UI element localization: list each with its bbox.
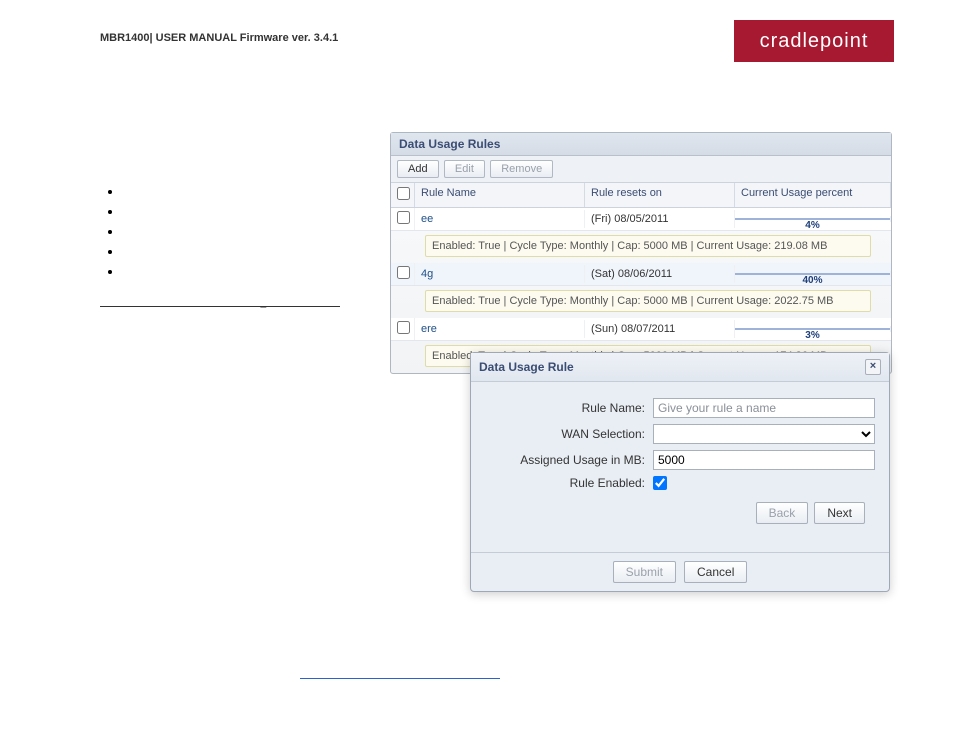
list-item bbox=[122, 224, 360, 238]
select-all-checkbox[interactable] bbox=[397, 187, 410, 200]
grid-body: ee(Fri) 08/05/20114% Enabled: True | Cycl… bbox=[391, 208, 891, 367]
list-item bbox=[122, 204, 360, 218]
list-item bbox=[122, 244, 360, 258]
row-usage-cell: 3% bbox=[735, 326, 891, 332]
dialog-body: Rule Name: WAN Selection: Assigned Usage… bbox=[471, 382, 889, 552]
header-left-text: MBR1400| USER MANUAL Firmware ver. 3.4.1 bbox=[100, 32, 338, 44]
usage-bar: 4% bbox=[735, 218, 890, 220]
row-rule-name: ere bbox=[415, 320, 585, 338]
back-button[interactable]: Back bbox=[756, 502, 809, 524]
table-row[interactable]: ee(Fri) 08/05/20114% bbox=[391, 208, 891, 231]
usage-bar: 3% bbox=[735, 328, 890, 330]
row-checkbox[interactable] bbox=[397, 321, 410, 334]
bullet-list bbox=[122, 184, 360, 278]
subsection-separator bbox=[100, 306, 340, 307]
usage-bar: 40% bbox=[735, 273, 890, 275]
list-item bbox=[122, 264, 360, 278]
dialog-title-text: Data Usage Rule bbox=[479, 360, 574, 374]
data-usage-rules-panel: Data Usage Rules Add Edit Remove Rule Na… bbox=[390, 132, 892, 374]
footer-underline bbox=[300, 678, 500, 679]
row-rule-name: 4g bbox=[415, 265, 585, 283]
table-row[interactable]: 4g(Sat) 08/06/201140% bbox=[391, 263, 891, 286]
rule-name-input[interactable] bbox=[653, 398, 875, 418]
left-column: x x – bbox=[100, 140, 360, 313]
row-checkbox[interactable] bbox=[397, 266, 410, 279]
row-reset-date: (Sat) 08/06/2011 bbox=[585, 265, 735, 283]
row-usage-cell: 4% bbox=[735, 216, 891, 222]
add-button[interactable]: Add bbox=[397, 160, 439, 178]
dialog-footer: Submit Cancel bbox=[471, 552, 889, 591]
table-row[interactable]: ere(Sun) 08/07/20113% bbox=[391, 318, 891, 341]
header-usage: Current Usage percent bbox=[735, 183, 891, 207]
grid-header: Rule Name Rule resets on Current Usage p… bbox=[391, 183, 891, 208]
close-icon[interactable]: × bbox=[865, 359, 881, 375]
panel-toolbar: Add Edit Remove bbox=[391, 156, 891, 183]
row-checkbox[interactable] bbox=[397, 211, 410, 224]
list-item bbox=[122, 184, 360, 198]
wan-selection-select[interactable] bbox=[653, 424, 875, 444]
rule-name-label: Rule Name: bbox=[485, 401, 645, 415]
data-usage-rule-dialog: Data Usage Rule × Rule Name: WAN Selecti… bbox=[470, 352, 890, 592]
separator-dash: – bbox=[260, 299, 267, 313]
wan-selection-label: WAN Selection: bbox=[485, 427, 645, 441]
rule-enabled-label: Rule Enabled: bbox=[485, 476, 645, 490]
assigned-usage-input[interactable] bbox=[653, 450, 875, 470]
header-reset: Rule resets on bbox=[585, 183, 735, 207]
edit-button[interactable]: Edit bbox=[444, 160, 485, 178]
rule-enabled-checkbox[interactable] bbox=[653, 476, 667, 490]
row-detail: Enabled: True | Cycle Type: Monthly | Ca… bbox=[425, 290, 871, 312]
remove-button[interactable]: Remove bbox=[490, 160, 553, 178]
dialog-title-bar: Data Usage Rule × bbox=[471, 353, 889, 382]
submit-button[interactable]: Submit bbox=[613, 561, 676, 583]
row-reset-date: (Fri) 08/05/2011 bbox=[585, 210, 735, 228]
document-header: MBR1400| USER MANUAL Firmware ver. 3.4.1… bbox=[0, 20, 954, 70]
row-detail: Enabled: True | Cycle Type: Monthly | Ca… bbox=[425, 235, 871, 257]
header-rule-name: Rule Name bbox=[415, 183, 585, 207]
row-usage-cell: 40% bbox=[735, 271, 891, 277]
row-reset-date: (Sun) 08/07/2011 bbox=[585, 320, 735, 338]
cancel-button[interactable]: Cancel bbox=[684, 561, 747, 583]
dialog-nav-row: Back Next bbox=[485, 496, 875, 530]
next-button[interactable]: Next bbox=[814, 502, 865, 524]
row-rule-name: ee bbox=[415, 210, 585, 228]
header-checkbox-col bbox=[391, 183, 415, 207]
assigned-usage-label: Assigned Usage in MB: bbox=[485, 453, 645, 467]
brand-badge: cradlepoint bbox=[734, 20, 894, 62]
panel-title: Data Usage Rules bbox=[391, 133, 891, 156]
